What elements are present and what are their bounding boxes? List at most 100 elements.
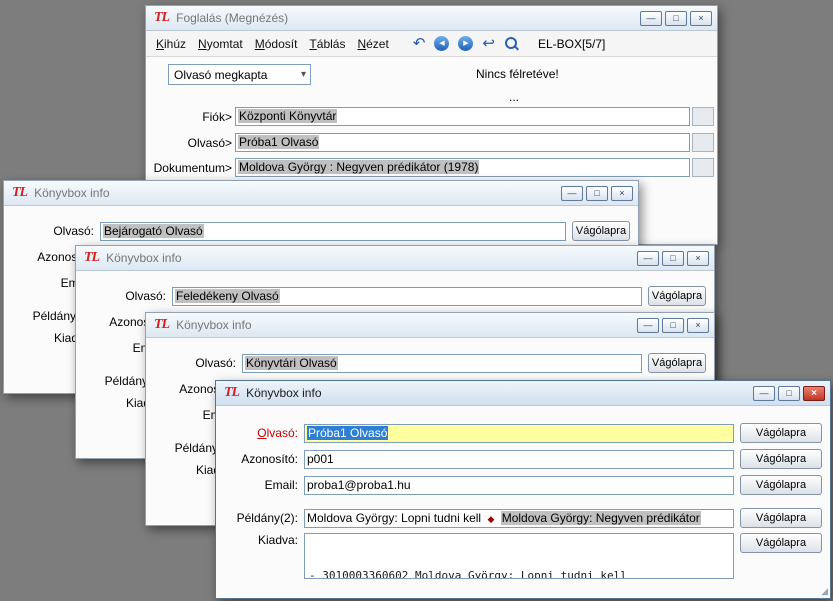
window-title: Foglalás (Megnézés) bbox=[176, 11, 633, 25]
clipboard-button[interactable]: Vágólapra bbox=[740, 449, 822, 469]
olvaso-field[interactable]: Próba1 Olvasó bbox=[235, 133, 690, 152]
fiok-row: Fiók> Központi Könyvtár bbox=[152, 107, 714, 126]
elbox-counter: EL-BOX[5/7] bbox=[538, 37, 605, 51]
email-row: Email: proba1@proba1.hu Vágólapra bbox=[222, 475, 822, 495]
maximize-button[interactable]: □ bbox=[586, 186, 608, 201]
reader-label: Olvasó: bbox=[82, 289, 166, 303]
menu-item-kihuz[interactable]: Kihúz bbox=[156, 37, 186, 51]
copies-value-1: Moldova György: Lopni tudni kell bbox=[307, 511, 481, 525]
maximize-button[interactable]: □ bbox=[778, 386, 800, 401]
forward-icon[interactable]: ▶ bbox=[458, 36, 473, 51]
titlebar[interactable]: TL Könyvbox info — □ × bbox=[216, 381, 830, 406]
app-logo: TL bbox=[12, 185, 27, 201]
email-label: Email: bbox=[222, 478, 298, 492]
minimize-button[interactable]: — bbox=[637, 318, 659, 333]
dokumentum-field[interactable]: Moldova György : Negyven prédikátor (197… bbox=[235, 158, 690, 177]
dropdown-value: Olvasó megkapta bbox=[174, 68, 267, 82]
menu-item-tablas[interactable]: Táblás bbox=[309, 37, 345, 51]
maximize-button[interactable]: □ bbox=[662, 318, 684, 333]
search-icon[interactable] bbox=[504, 36, 519, 51]
minimize-button[interactable]: — bbox=[637, 251, 659, 266]
fiok-field[interactable]: Központi Könyvtár bbox=[235, 107, 690, 126]
olvaso-value: Próba1 Olvasó bbox=[238, 135, 319, 149]
email-field[interactable]: proba1@proba1.hu bbox=[304, 476, 734, 495]
reader-value: Könyvtári Olvasó bbox=[245, 356, 338, 370]
clipboard-button[interactable]: Vágólapra bbox=[648, 353, 706, 373]
titlebar[interactable]: TL Könyvbox info — □ × bbox=[4, 181, 638, 206]
clipboard-button[interactable]: Vágólapra bbox=[740, 533, 822, 553]
menu-item-nezet[interactable]: Nézet bbox=[357, 37, 388, 51]
undo-icon[interactable]: ↶ bbox=[413, 36, 426, 51]
id-row: Azonosító: p001 Vágólapra bbox=[222, 449, 822, 469]
reader-value: Bejárogató Olvasó bbox=[103, 224, 204, 238]
minimize-button[interactable]: — bbox=[753, 386, 775, 401]
fiok-value: Központi Könyvtár bbox=[238, 109, 337, 123]
copies-field[interactable]: Moldova György: Lopni tudni kell ◆ Moldo… bbox=[304, 509, 734, 528]
window-title: Könyvbox info bbox=[34, 186, 554, 200]
app-logo: TL bbox=[154, 317, 169, 333]
issued-label: Kiadva: bbox=[222, 533, 298, 547]
issued-row: Kiadva: - 3010003360602 Moldova György: … bbox=[222, 533, 822, 579]
app-logo: TL bbox=[224, 385, 239, 401]
reader-row: Olvasó: Feledékeny Olvasó Vágólapra bbox=[82, 286, 706, 306]
diamond-separator-icon: ◆ bbox=[487, 514, 494, 524]
dokumentum-row: Dokumentum> Moldova György : Negyven pré… bbox=[152, 158, 714, 177]
copies-label: Példány(2): bbox=[222, 511, 298, 525]
chevron-down-icon: ▾ bbox=[301, 69, 306, 80]
reader-field[interactable]: Feledékeny Olvasó bbox=[172, 287, 642, 306]
copies-value-2: Moldova György: Negyven prédikátor bbox=[501, 511, 701, 525]
close-button[interactable]: × bbox=[611, 186, 633, 201]
titlebar[interactable]: TL Könyvbox info — □ × bbox=[146, 313, 714, 338]
back-icon[interactable]: ◀ bbox=[434, 36, 449, 51]
reader-status-dropdown[interactable]: Olvasó megkapta ▾ bbox=[168, 64, 311, 85]
window-controls: — □ × bbox=[637, 318, 709, 333]
minimize-button[interactable]: — bbox=[640, 11, 662, 26]
clipboard-button[interactable]: Vágólapra bbox=[572, 221, 630, 241]
status-message: Nincs félretéve! bbox=[476, 67, 559, 81]
email-value: proba1@proba1.hu bbox=[307, 478, 411, 492]
olvaso-label: Olvasó> bbox=[152, 136, 232, 150]
fiok-label: Fiók> bbox=[152, 110, 232, 124]
close-button[interactable]: × bbox=[687, 251, 709, 266]
reader-label: Olvasó: bbox=[10, 224, 94, 238]
clipboard-button[interactable]: Vágólapra bbox=[740, 423, 822, 443]
clipboard-button[interactable]: Vágólapra bbox=[648, 286, 706, 306]
menu-item-modosit[interactable]: Módosít bbox=[255, 37, 298, 51]
reply-icon[interactable]: ↩ bbox=[482, 36, 495, 51]
close-button[interactable]: × bbox=[687, 318, 709, 333]
resize-grip[interactable]: ◢ bbox=[821, 586, 828, 597]
dokumentum-value: Moldova György : Negyven prédikátor (197… bbox=[238, 160, 479, 174]
close-button[interactable]: × bbox=[803, 386, 825, 401]
titlebar[interactable]: TL Könyvbox info — □ × bbox=[76, 246, 714, 271]
close-button[interactable]: × bbox=[690, 11, 712, 26]
minimize-button[interactable]: — bbox=[561, 186, 583, 201]
reader-field[interactable]: Könyvtári Olvasó bbox=[242, 354, 642, 373]
menu-item-nyomtat[interactable]: Nyomtat bbox=[198, 37, 243, 51]
reader-label: Olvasó: bbox=[152, 356, 236, 370]
maximize-button[interactable]: □ bbox=[665, 11, 687, 26]
dokumentum-label: Dokumentum> bbox=[152, 161, 232, 175]
reader-row: Olvasó: Könyvtári Olvasó Vágólapra bbox=[152, 353, 706, 373]
copies-row: Példány(2): Moldova György: Lopni tudni … bbox=[222, 508, 822, 528]
reader-row: Olvasó: Bejárogató Olvasó Vágólapra bbox=[10, 221, 630, 241]
id-value: p001 bbox=[307, 452, 334, 466]
issued-field[interactable]: - 3010003360602 Moldova György: Lopni tu… bbox=[304, 533, 734, 579]
app-logo: TL bbox=[84, 250, 99, 266]
id-label: Azonosító: bbox=[222, 452, 298, 466]
maximize-button[interactable]: □ bbox=[662, 251, 684, 266]
window-controls: — □ × bbox=[753, 386, 825, 401]
window-title: Könyvbox info bbox=[176, 318, 630, 332]
titlebar[interactable]: TL Foglalás (Megnézés) — □ × bbox=[146, 6, 717, 31]
id-field[interactable]: p001 bbox=[304, 450, 734, 469]
clipboard-button[interactable]: Vágólapra bbox=[740, 508, 822, 528]
konyvbox-window-proba1: TL Könyvbox info — □ × Olvasó: Próba1 Ol… bbox=[215, 380, 831, 599]
reader-field[interactable]: Próba1 Olvasó bbox=[304, 424, 734, 443]
window-controls: — □ × bbox=[637, 251, 709, 266]
reader-row: Olvasó: Próba1 Olvasó Vágólapra bbox=[222, 423, 822, 443]
reader-value: Feledékeny Olvasó bbox=[175, 289, 280, 303]
clipboard-button[interactable]: Vágólapra bbox=[740, 475, 822, 495]
reader-field[interactable]: Bejárogató Olvasó bbox=[100, 222, 566, 241]
desktop: TL Foglalás (Megnézés) — □ × Kihúz Nyomt… bbox=[0, 0, 833, 601]
reader-label: Olvasó: bbox=[222, 426, 298, 440]
field-extension bbox=[692, 107, 714, 126]
